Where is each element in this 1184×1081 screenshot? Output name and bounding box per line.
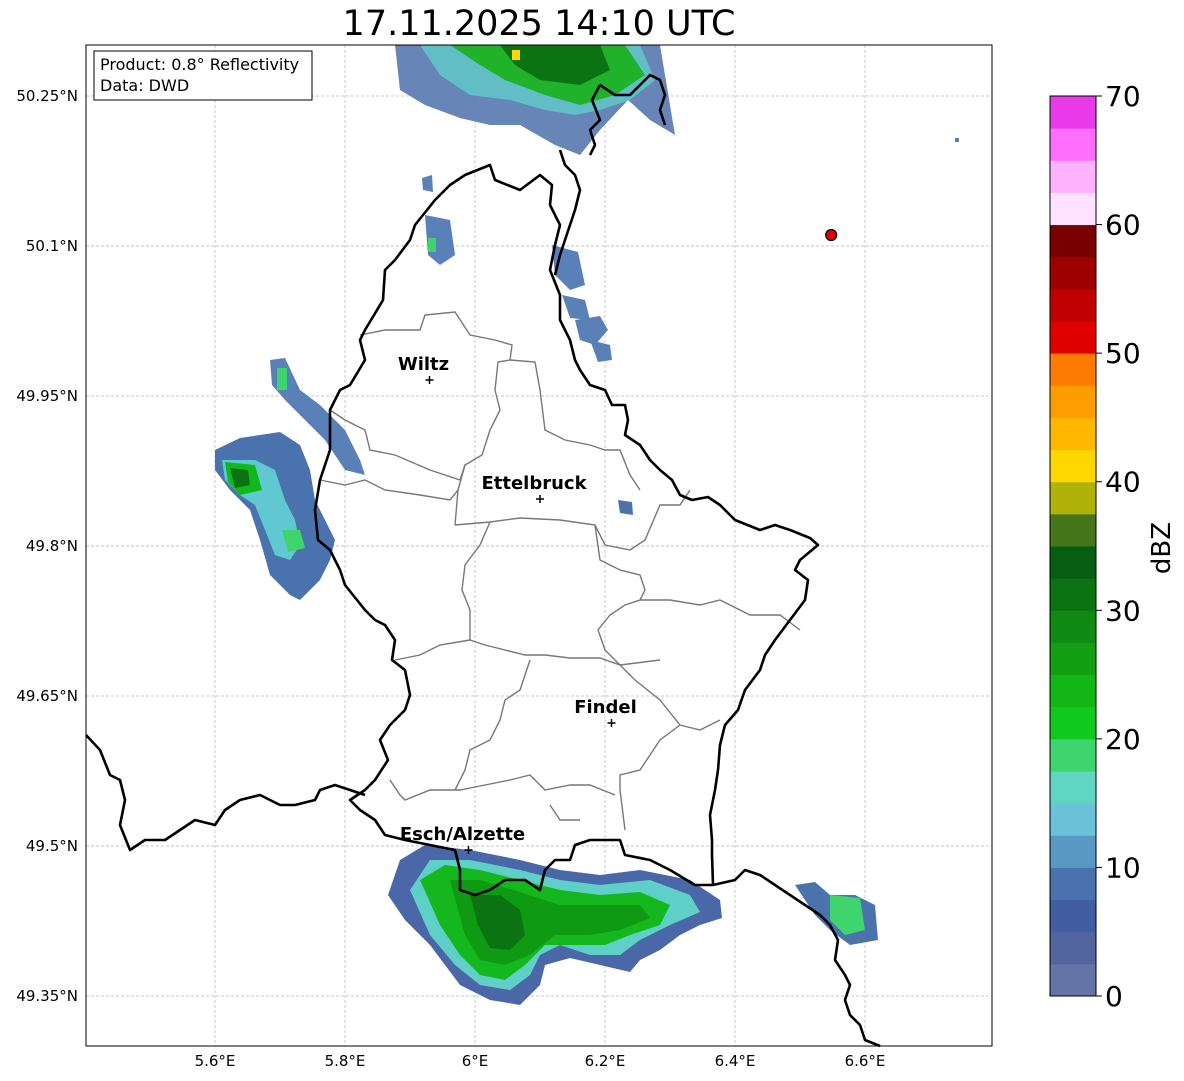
city-label: Wiltz [398,354,449,375]
lon-tick-label: 6°E [462,1052,489,1070]
colorbar-tick-labels: 0 10 20 30 40 50 60 70 [1096,80,1141,1013]
city-label: Findel [574,697,637,718]
lon-tick-label: 5.8°E [325,1052,366,1070]
data-source-text: Data: DWD [100,76,189,95]
colorbar-segment [1050,192,1096,226]
colorbar-segment [1050,353,1096,386]
colorbar-tick-label: 10 [1105,851,1141,884]
lat-tick-label: 49.8°N [26,537,78,555]
colorbar-segment [1050,931,1096,965]
colorbar-tick-label: 0 [1105,980,1123,1013]
colorbar-tick-label: 60 [1105,209,1141,242]
colorbar-segment [1050,578,1096,611]
radar-map: 50.25°N 50.1°N 49.95°N 49.8°N 49.65°N 49.5°N 4… [16,44,1177,1070]
city-label: Ettelbruck [481,473,587,494]
colorbar-segment [1050,417,1096,451]
colorbar-segment [1050,963,1096,997]
colorbar-tick-label: 30 [1105,594,1141,627]
colorbar-segment [1050,803,1096,836]
lat-tick-label: 49.35°N [16,987,78,1005]
lat-tick-label: 50.25°N [16,87,78,105]
colorbar-segment [1050,674,1096,708]
lat-tick-labels: 50.25°N 50.1°N 49.95°N 49.8°N 49.65°N 49.5°N 4… [16,87,78,1005]
lon-tick-label: 6.4°E [715,1052,756,1070]
colorbar-label: dBZ [1147,522,1177,574]
colorbar-segment [1050,738,1096,772]
colorbar-segment [1050,546,1096,579]
product-text: Product: 0.8° Reflectivity [100,55,299,74]
colorbar-tick-label: 50 [1105,337,1141,370]
colorbar-tick-label: 70 [1105,80,1141,113]
colorbar-segment [1050,867,1096,901]
colorbar-tick-label: 20 [1105,723,1141,756]
colorbar-segment [1050,642,1096,676]
city-label: Esch/Alzette [400,824,525,845]
colorbar-segment [1050,321,1096,354]
lat-tick-label: 49.95°N [16,387,78,405]
colorbar-segment [1050,610,1096,643]
colorbar-segment [1050,513,1096,547]
colorbar [1049,95,1097,997]
colorbar-segment [1050,706,1096,740]
colorbar-segment [1050,449,1096,483]
colorbar-segment [1050,96,1096,129]
lon-tick-labels: 5.6°E 5.8°E 6°E 6.2°E 6.4°E 6.6°E [195,1052,886,1070]
colorbar-segment [1050,224,1096,258]
colorbar-segment [1050,288,1096,322]
radar-site-marker [825,228,838,242]
colorbar-segment [1050,160,1096,193]
lon-tick-label: 6.2°E [585,1052,626,1070]
colorbar-segment [1050,771,1096,804]
colorbar-segment [1050,835,1096,868]
colorbar-tick-label: 40 [1105,466,1141,499]
info-box: Product: 0.8° Reflectivity Data: DWD [93,50,313,101]
lat-tick-label: 49.65°N [16,687,78,705]
colorbar-segment [1050,256,1096,290]
colorbar-segment [1050,128,1096,161]
colorbar-segment [1050,899,1096,933]
colorbar-segment [1050,385,1096,418]
lat-tick-label: 50.1°N [26,237,78,255]
lon-tick-label: 6.6°E [845,1052,886,1070]
lon-tick-label: 5.6°E [195,1052,236,1070]
colorbar-segment [1050,481,1096,515]
lat-tick-label: 49.5°N [26,837,78,855]
